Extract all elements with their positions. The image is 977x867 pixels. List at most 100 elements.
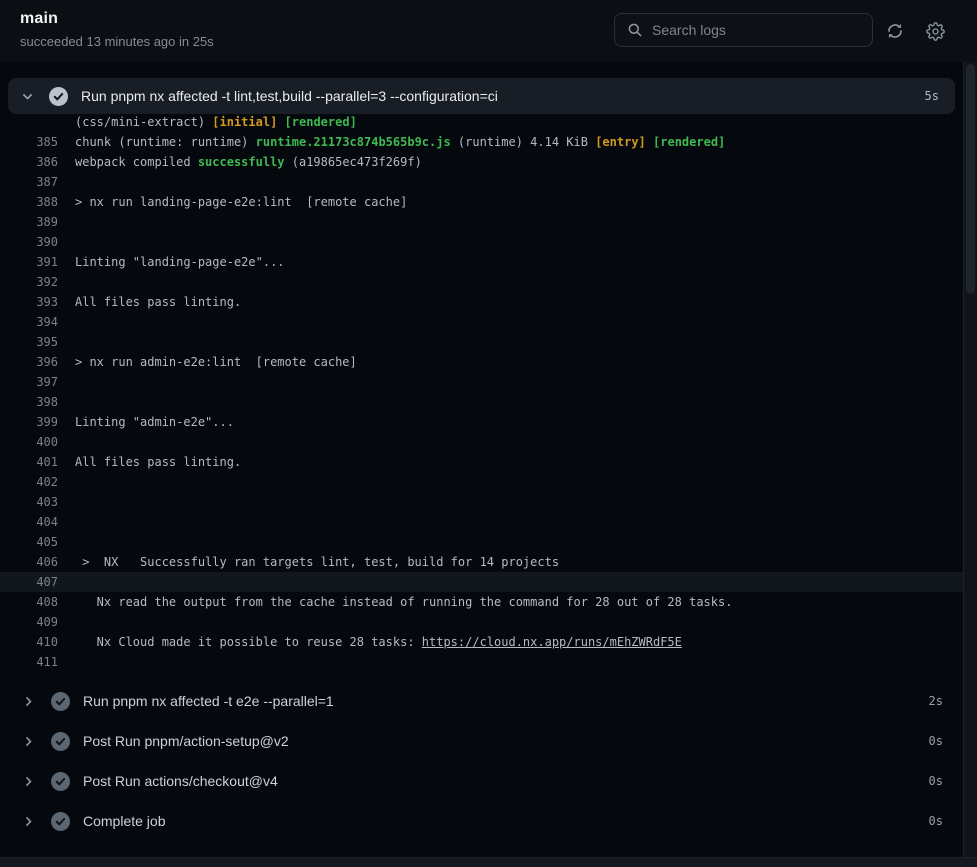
line-number[interactable]: 385	[0, 132, 58, 152]
step-duration: 0s	[929, 734, 943, 748]
line-number[interactable]: 391	[0, 252, 58, 272]
log-text-green: [rendered]	[285, 115, 357, 129]
step-duration: 5s	[925, 89, 939, 103]
log-line: 388> nx run landing-page-e2e:lint [remot…	[0, 192, 963, 212]
line-number[interactable]: 386	[0, 152, 58, 172]
line-number[interactable]: 404	[0, 512, 58, 532]
log-text: All files pass linting.	[58, 452, 241, 472]
line-number[interactable]: 396	[0, 352, 58, 372]
log-text: Nx Cloud made it possible to reuse 28 ta…	[58, 632, 682, 652]
log-line: 397	[0, 372, 963, 392]
log-line: 396> nx run admin-e2e:lint [remote cache…	[0, 352, 963, 372]
chevron-right-icon[interactable]	[22, 695, 35, 708]
chevron-right-icon[interactable]	[22, 775, 35, 788]
search-placeholder: Search logs	[652, 22, 726, 38]
line-number[interactable]: 390	[0, 232, 58, 252]
line-number[interactable]: 409	[0, 612, 58, 632]
log-text: Linting "landing-page-e2e"...	[58, 252, 285, 272]
log-line: 402	[0, 472, 963, 492]
line-number[interactable]: 411	[0, 652, 58, 672]
success-check-icon	[51, 772, 70, 791]
log-text: webpack compiled successfully (a19865ec4…	[58, 152, 422, 172]
line-number[interactable]: 387	[0, 172, 58, 192]
line-number[interactable]: 392	[0, 272, 58, 292]
chevron-down-icon[interactable]	[21, 90, 34, 103]
chevron-right-icon[interactable]	[22, 735, 35, 748]
log-text-plain	[277, 115, 284, 129]
log-text-plain: All files pass linting.	[75, 295, 241, 309]
step-header-collapsed[interactable]: Run pnpm nx affected -t e2e --parallel=1…	[0, 681, 963, 721]
line-number[interactable]: 408	[0, 592, 58, 612]
log-text: Linting "admin-e2e"...	[58, 412, 234, 432]
line-number[interactable]: 394	[0, 312, 58, 332]
log-text-plain: (css/mini-extract)	[75, 115, 212, 129]
log-line: 401 All files pass linting.	[0, 452, 963, 472]
log-text	[58, 492, 75, 512]
line-number[interactable]: 389	[0, 212, 58, 232]
log-line: 390	[0, 232, 963, 252]
log-text: Nx read the output from the cache instea…	[58, 592, 732, 612]
refresh-button[interactable]	[884, 20, 906, 42]
log-line: (css/mini-extract) [initial] [rendered]	[0, 112, 963, 132]
vertical-scrollbar[interactable]	[963, 62, 977, 857]
line-number[interactable]	[0, 112, 58, 132]
log-text	[58, 652, 75, 672]
line-number[interactable]: 393	[0, 292, 58, 312]
log-text	[58, 312, 75, 332]
line-number[interactable]: 400	[0, 432, 58, 452]
log-text	[58, 512, 75, 532]
line-number[interactable]: 405	[0, 532, 58, 552]
line-number[interactable]: 407	[0, 572, 58, 592]
line-number[interactable]: 401	[0, 452, 58, 472]
log-line: 407	[0, 572, 963, 592]
log-line: 391 Linting "landing-page-e2e"...	[0, 252, 963, 272]
line-number[interactable]: 388	[0, 192, 58, 212]
log-text-plain: All files pass linting.	[75, 455, 241, 469]
settings-button[interactable]	[924, 20, 946, 42]
log-text-plain: webpack compiled	[75, 155, 198, 169]
scrollbar-thumb[interactable]	[966, 64, 975, 294]
log-text-plain: Linting "admin-e2e"...	[75, 415, 234, 429]
step-header-collapsed[interactable]: Complete job0s	[0, 801, 963, 841]
log-line: 411	[0, 652, 963, 672]
step-label: Post Run actions/checkout@v4	[83, 773, 278, 789]
line-number[interactable]: 403	[0, 492, 58, 512]
step-duration: 0s	[929, 774, 943, 788]
log-line: 393 All files pass linting.	[0, 292, 963, 312]
log-text	[58, 232, 75, 252]
step-header-collapsed[interactable]: Post Run actions/checkout@v4 0s	[0, 761, 963, 801]
log-line: 386webpack compiled successfully (a19865…	[0, 152, 963, 172]
line-number[interactable]: 402	[0, 472, 58, 492]
log-text	[58, 572, 75, 592]
log-text-green: successfully	[198, 155, 285, 169]
log-text	[58, 472, 75, 492]
step-header-expanded[interactable]: Run pnpm nx affected -t lint,test,build …	[8, 78, 955, 114]
success-check-icon	[49, 87, 68, 106]
log-panel: Run pnpm nx affected -t lint,test,build …	[0, 62, 977, 857]
log-text-green: [rendered]	[653, 135, 725, 149]
log-line: 385chunk (runtime: runtime) runtime.2117…	[0, 132, 963, 152]
line-number[interactable]: 410	[0, 632, 58, 652]
line-number[interactable]: 398	[0, 392, 58, 412]
log-text: All files pass linting.	[58, 292, 241, 312]
search-input[interactable]: Search logs	[614, 13, 873, 47]
line-number[interactable]: 395	[0, 332, 58, 352]
log-text-orange: [initial]	[212, 115, 277, 129]
log-line: 389	[0, 212, 963, 232]
line-number[interactable]: 397	[0, 372, 58, 392]
log-text-plain: (runtime) 4.14 KiB	[451, 135, 596, 149]
line-number[interactable]: 406	[0, 552, 58, 572]
log-line: 400	[0, 432, 963, 452]
log-link[interactable]: https://cloud.nx.app/runs/mEhZWRdF5E	[422, 635, 682, 649]
step-header-collapsed[interactable]: Post Run pnpm/action-setup@v20s	[0, 721, 963, 761]
log-line: 395	[0, 332, 963, 352]
log-text	[58, 172, 75, 192]
log-line: 399 Linting "admin-e2e"...	[0, 412, 963, 432]
chevron-right-icon[interactable]	[22, 815, 35, 828]
job-status-line: succeeded 13 minutes ago in 25s	[20, 34, 214, 49]
log-text	[58, 612, 75, 632]
log-text-plain: Linting "landing-page-e2e"...	[75, 255, 285, 269]
line-number[interactable]: 399	[0, 412, 58, 432]
log-text: (css/mini-extract) [initial] [rendered]	[58, 112, 357, 132]
log-text	[58, 392, 75, 412]
